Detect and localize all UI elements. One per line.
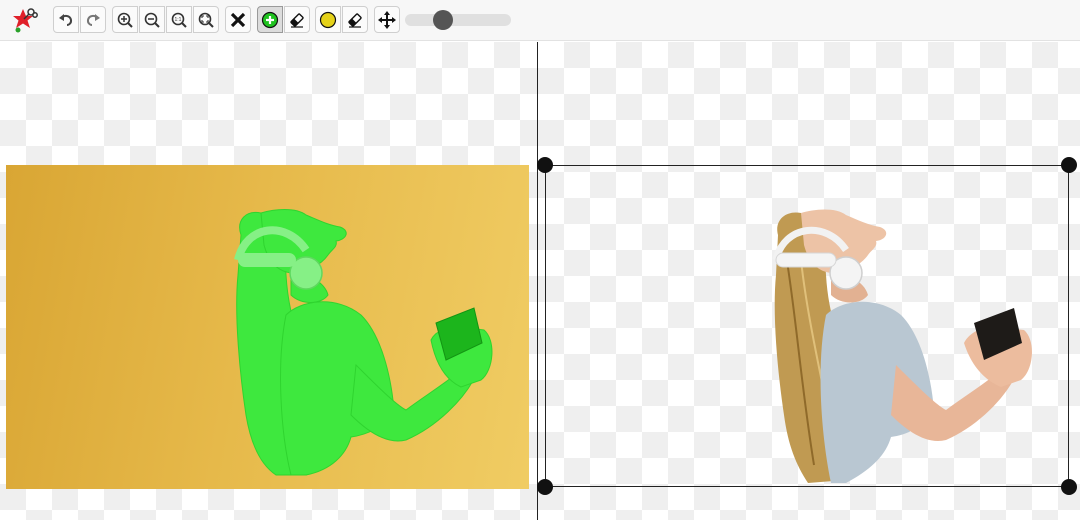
crop-handle-bottom-right[interactable] bbox=[1061, 479, 1077, 495]
undo-button[interactable] bbox=[53, 6, 79, 33]
green-keep-mask bbox=[234, 209, 493, 476]
zoom-in-icon bbox=[117, 12, 133, 28]
zoom-fit-icon bbox=[198, 12, 214, 28]
hair-brush-button[interactable] bbox=[315, 6, 341, 33]
crop-handle-top-right[interactable] bbox=[1061, 157, 1077, 173]
toolbar: 1:1 bbox=[0, 0, 1080, 41]
zoom-out-button[interactable] bbox=[139, 6, 165, 33]
crop-handle-bottom-left[interactable] bbox=[537, 479, 553, 495]
yellow-brush-icon bbox=[319, 11, 337, 28]
slider-thumb[interactable] bbox=[433, 10, 454, 30]
crop-frame[interactable] bbox=[545, 165, 1069, 487]
zoom-fit-button[interactable] bbox=[193, 6, 219, 33]
brush-size-slider[interactable] bbox=[405, 10, 511, 30]
zoom-actual-size-button[interactable]: 1:1 bbox=[166, 6, 192, 33]
pan-button[interactable] bbox=[374, 6, 400, 33]
close-x-icon bbox=[230, 12, 246, 27]
undo-icon bbox=[59, 13, 73, 26]
zoom-1-1-icon: 1:1 bbox=[171, 12, 187, 28]
eraser-icon bbox=[290, 12, 304, 28]
hair-eraser-button[interactable] bbox=[342, 6, 368, 33]
redo-button[interactable] bbox=[80, 6, 106, 33]
green-plus-brush-icon bbox=[261, 11, 279, 28]
svg-text:1:1: 1:1 bbox=[175, 17, 182, 23]
app-logo-icon bbox=[10, 6, 38, 34]
keep-brush-button[interactable] bbox=[257, 6, 283, 33]
original-image-pane[interactable] bbox=[0, 42, 537, 520]
redo-icon bbox=[86, 13, 100, 26]
keep-eraser-button[interactable] bbox=[284, 6, 310, 33]
eraser-icon bbox=[348, 12, 362, 28]
marked-original-photo[interactable] bbox=[6, 165, 529, 489]
zoom-in-button[interactable] bbox=[112, 6, 138, 33]
clear-button[interactable] bbox=[225, 6, 251, 33]
move-arrows-icon bbox=[378, 10, 396, 29]
zoom-out-icon bbox=[144, 12, 160, 28]
crop-handle-top-left[interactable] bbox=[537, 157, 553, 173]
